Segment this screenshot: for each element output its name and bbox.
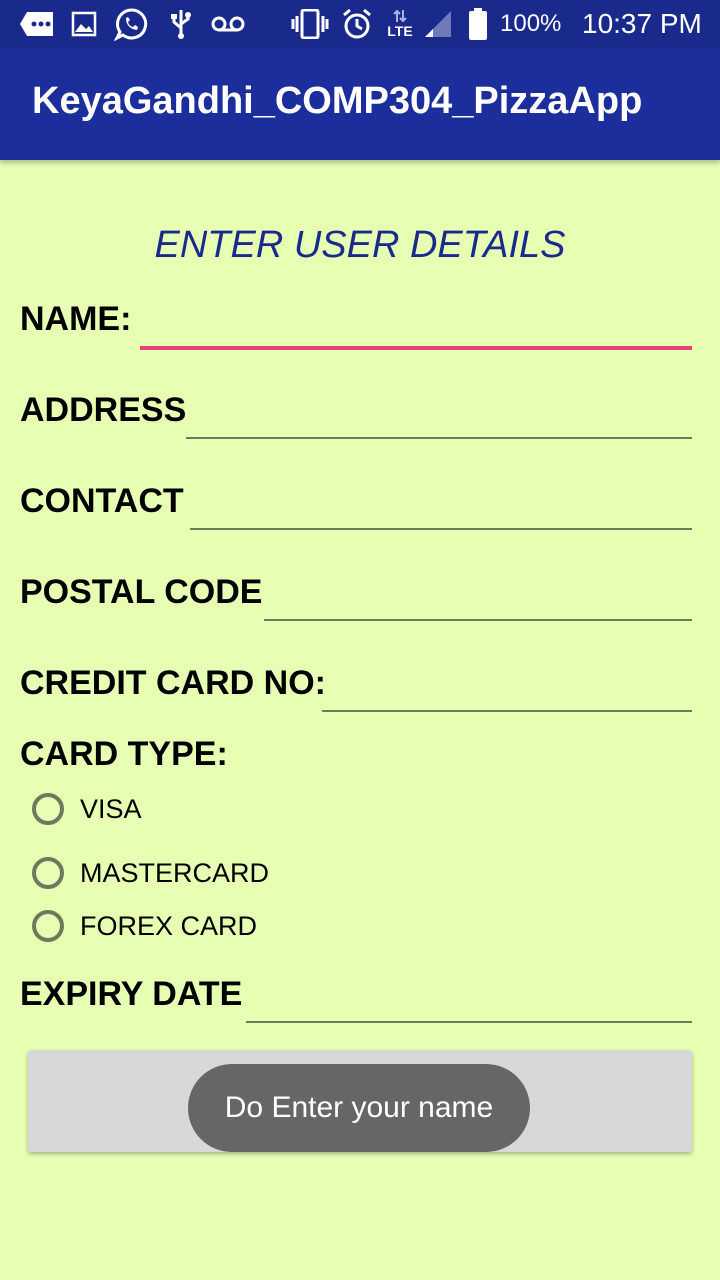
app-bar: KeyaGandhi_COMP304_PizzaApp	[0, 48, 720, 160]
radio-mastercard[interactable]: MASTERCARD	[32, 853, 269, 893]
card-type-label: CARD TYPE:	[20, 735, 228, 773]
alarm-icon	[340, 8, 374, 40]
postal-code-label: POSTAL CODE	[20, 573, 263, 611]
toast-message: Do Enter your name	[188, 1064, 530, 1152]
usb-icon	[168, 8, 194, 40]
name-label: NAME:	[20, 300, 132, 338]
network-type: LTE	[387, 23, 413, 39]
radio-label-visa: VISA	[80, 793, 142, 824]
radio-label-forex: FOREX CARD	[80, 910, 258, 941]
battery-icon	[466, 8, 490, 40]
expiry-date-field[interactable]	[246, 981, 692, 1023]
address-label: ADDRESS	[20, 391, 187, 429]
voicemail-icon	[210, 8, 246, 40]
message-icon	[18, 8, 56, 40]
radio-forex-card[interactable]: FOREX CARD	[32, 906, 257, 946]
signal-icon	[422, 8, 454, 40]
expiry-date-label: EXPIRY DATE	[20, 975, 243, 1013]
radio-circle-icon[interactable]	[32, 910, 64, 942]
form-heading: ENTER USER DETAILS	[154, 224, 566, 266]
credit-card-field[interactable]	[322, 670, 692, 712]
address-field[interactable]	[186, 397, 692, 439]
whatsapp-icon	[112, 8, 150, 41]
radio-circle-icon[interactable]	[32, 793, 64, 825]
status-time: 10:37 PM	[582, 8, 702, 39]
radio-label-mastercard: MASTERCARD	[80, 857, 270, 888]
name-field[interactable]	[140, 306, 692, 350]
app-title: KeyaGandhi_COMP304_PizzaApp	[32, 80, 643, 122]
vibrate-icon	[290, 8, 330, 40]
lte-signal-icon: LTE	[384, 8, 416, 40]
contact-field[interactable]	[190, 488, 692, 530]
credit-card-label: CREDIT CARD NO:	[20, 664, 326, 702]
image-icon	[70, 8, 98, 40]
radio-visa[interactable]: VISA	[32, 789, 142, 829]
postal-code-field[interactable]	[264, 579, 692, 621]
radio-circle-icon[interactable]	[32, 857, 64, 889]
battery-percent: 100%	[500, 10, 562, 37]
toast-text: Do Enter your name	[224, 1091, 494, 1124]
contact-label: CONTACT	[20, 482, 184, 520]
status-bar: LTE 100% 10:37 PM	[0, 0, 720, 48]
